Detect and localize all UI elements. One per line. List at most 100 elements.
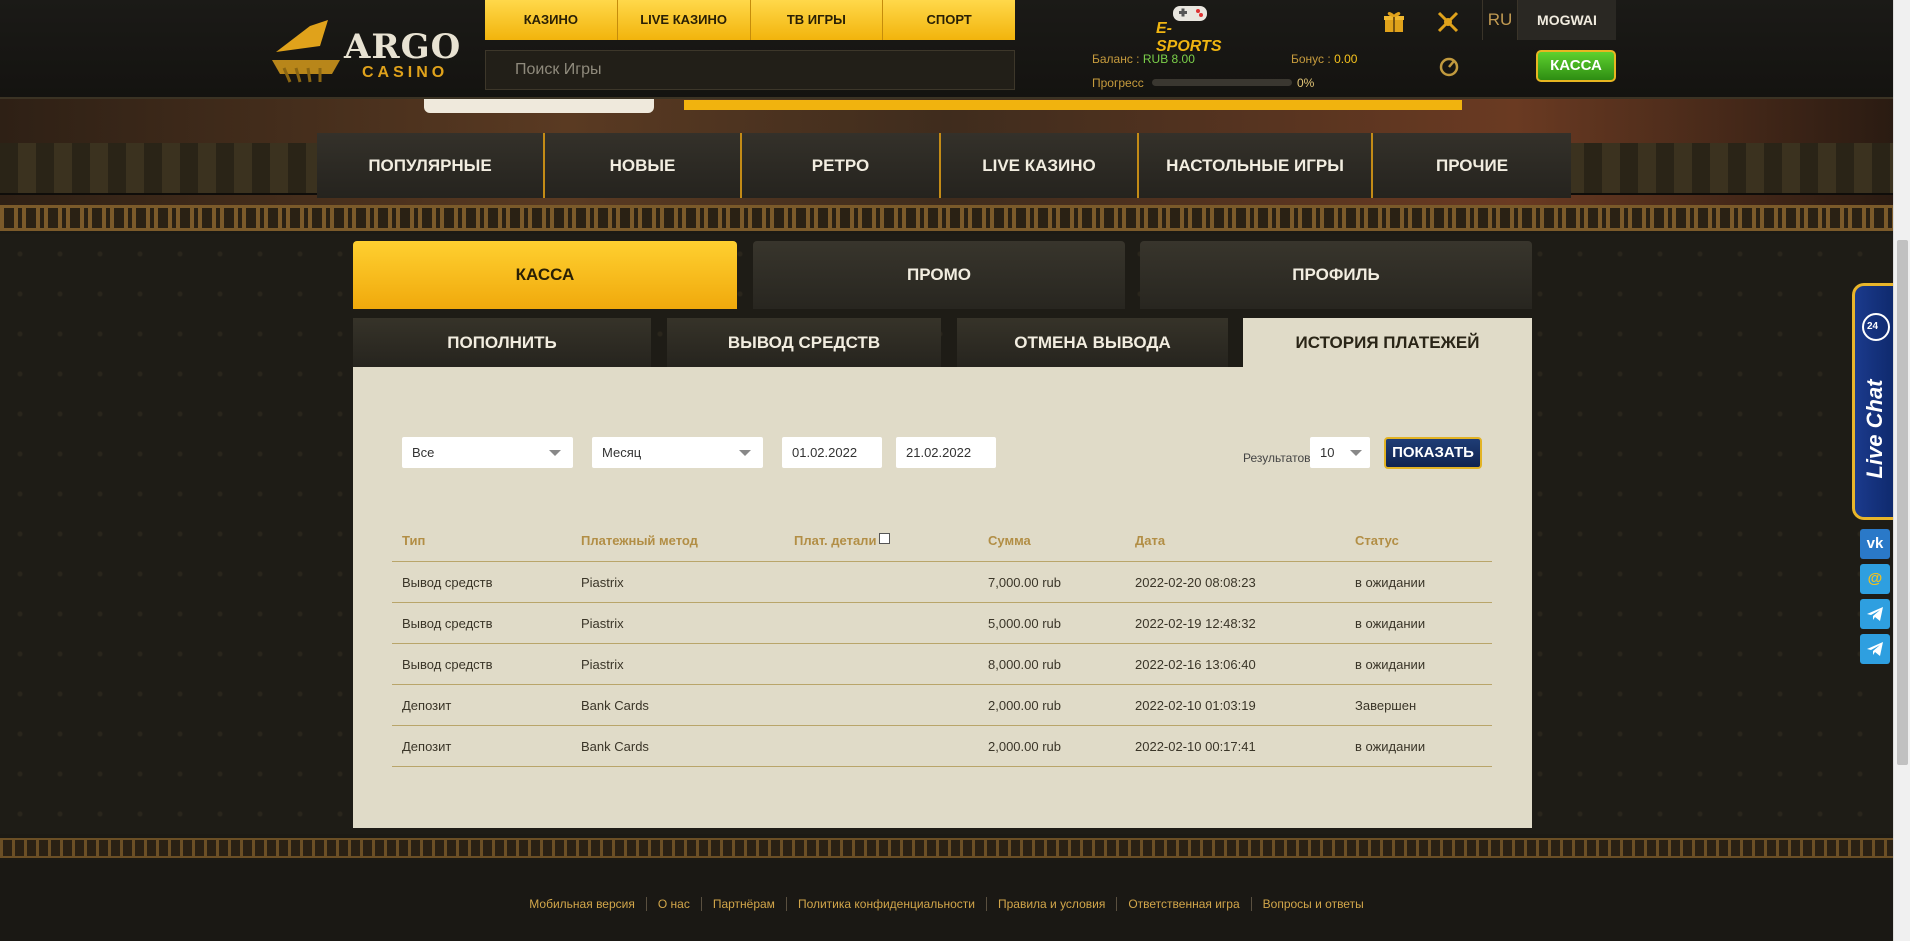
gift-icon[interactable] xyxy=(1380,8,1408,36)
results-label: Результатов: xyxy=(1243,451,1314,465)
cell-status: в ожидании xyxy=(1355,657,1426,672)
cell-amount: 2,000.00 rub xyxy=(988,698,1062,713)
footer-link-partners[interactable]: Партнёрам xyxy=(701,897,787,911)
cell-amount: 7,000.00 rub xyxy=(988,575,1062,590)
category-nav: ПОПУЛЯРНЫЕ НОВЫЕ РЕТРО LIVE КАЗИНО НАСТО… xyxy=(317,133,1571,198)
column-status: Статус xyxy=(1355,533,1399,548)
category-table-games[interactable]: НАСТОЛЬНЫЕ ИГРЫ xyxy=(1137,133,1371,198)
cell-method: Piastrix xyxy=(581,575,624,590)
table-header: Тип Платежный метод Плат. детали Сумма Д… xyxy=(392,527,1492,562)
nav-casino[interactable]: КАЗИНО xyxy=(485,0,618,40)
subtab-cancel-withdraw[interactable]: ОТМЕНА ВЫВОДА xyxy=(957,318,1228,367)
search-input[interactable]: Поиск Игры xyxy=(485,50,1015,90)
username[interactable]: MOGWAI xyxy=(1518,0,1616,40)
show-button[interactable]: ПОКАЗАТЬ xyxy=(1384,437,1482,469)
kassa-button[interactable]: КАССА xyxy=(1536,50,1616,82)
cell-amount: 5,000.00 rub xyxy=(988,616,1062,631)
logo-text-casino: CASINO xyxy=(362,64,449,81)
progress-value: 0% xyxy=(1297,76,1315,90)
cell-date: 2022-02-16 13:06:40 xyxy=(1135,657,1256,672)
site-footer: Мобильная версия О нас Партнёрам Политика к… xyxy=(0,860,1893,941)
subtab-deposit[interactable]: ПОПОЛНИТЬ xyxy=(353,318,651,367)
results-count-value: 10 xyxy=(1320,445,1335,460)
category-new[interactable]: НОВЫЕ xyxy=(543,133,740,198)
greek-border xyxy=(0,205,1893,231)
cell-date: 2022-02-19 12:48:32 xyxy=(1135,616,1256,631)
subtab-payment-history[interactable]: ИСТОРИЯ ПЛАТЕЖЕЙ xyxy=(1243,318,1532,367)
nav-tv-games[interactable]: ТВ ИГРЫ xyxy=(751,0,884,40)
telegram-icon[interactable] xyxy=(1860,634,1890,664)
results-count-select[interactable]: 10 xyxy=(1310,437,1370,468)
footer-link-faq[interactable]: Вопросы и ответы xyxy=(1252,897,1375,911)
column-amount: Сумма xyxy=(988,533,1031,548)
progress-bar xyxy=(1152,79,1292,86)
bonus-value: 0.00 xyxy=(1334,52,1358,66)
type-select-value: Все xyxy=(412,445,435,460)
vk-icon[interactable]: vk xyxy=(1860,529,1890,559)
cell-type: Депозит xyxy=(402,698,452,713)
telegram-icon[interactable] xyxy=(1860,599,1890,629)
category-popular[interactable]: ПОПУЛЯРНЫЕ xyxy=(317,133,543,198)
bonus-label: Бонус : xyxy=(1291,52,1331,66)
ship-logo-icon xyxy=(272,20,340,83)
subtab-withdraw[interactable]: ВЫВОД СРЕДСТВ xyxy=(667,318,941,367)
cell-method: Piastrix xyxy=(581,657,624,672)
chevron-down-icon xyxy=(739,450,751,456)
live-chat-button[interactable]: 24 Live Chat xyxy=(1852,283,1893,520)
column-details: Плат. детали xyxy=(794,533,891,548)
category-live-casino[interactable]: LIVE КАЗИНО xyxy=(939,133,1137,198)
balance-info: Баланс : RUB 8.00 xyxy=(1092,52,1195,66)
cell-type: Депозит xyxy=(402,739,452,754)
footer-link-privacy[interactable]: Политика конфиденциальности xyxy=(786,897,987,911)
footer-links: Мобильная версия О нас Партнёрам Политика к… xyxy=(0,897,1893,911)
table-row: Вывод средств Piastrix 7,000.00 rub 2022… xyxy=(392,562,1492,603)
column-type: Тип xyxy=(402,533,426,548)
category-retro[interactable]: РЕТРО xyxy=(740,133,939,198)
chevron-down-icon xyxy=(549,450,561,456)
chevron-down-icon xyxy=(1350,450,1362,456)
argo-casino-logo[interactable]: ARGO CASINO xyxy=(270,12,460,88)
tab-kassa[interactable]: КАССА xyxy=(353,241,737,309)
telegram-plane-glyph xyxy=(1867,607,1883,621)
esports-link[interactable]: E-SPORTS xyxy=(1150,0,1230,55)
cell-type: Вывод средств xyxy=(402,575,493,590)
live-chat-label: Live Chat xyxy=(1862,379,1887,479)
progress-label: Прогресс xyxy=(1092,76,1144,90)
category-other[interactable]: ПРОЧИЕ xyxy=(1371,133,1571,198)
cell-status: в ожидании xyxy=(1355,616,1426,631)
type-select[interactable]: Все xyxy=(402,437,573,468)
badge-24: 24 xyxy=(1867,321,1879,332)
esports-label: E-SPORTS xyxy=(1156,20,1222,55)
period-select[interactable]: Месяц xyxy=(592,437,763,468)
mail-icon[interactable]: @ xyxy=(1860,564,1890,594)
cell-amount: 8,000.00 rub xyxy=(988,657,1062,672)
cell-date: 2022-02-10 00:17:41 xyxy=(1135,739,1256,754)
footer-link-about[interactable]: О нас xyxy=(646,897,702,911)
scrollbar-thumb[interactable] xyxy=(1897,240,1908,765)
footer-greek-border xyxy=(0,838,1893,858)
language-selector[interactable]: RU xyxy=(1482,0,1518,40)
tab-promo[interactable]: ПРОМО xyxy=(753,241,1125,309)
balance-value: RUB 8.00 xyxy=(1142,52,1195,66)
tab-profile[interactable]: ПРОФИЛЬ xyxy=(1140,241,1532,309)
date-to-input[interactable]: 21.02.2022 xyxy=(896,437,996,468)
telegram-plane-glyph xyxy=(1867,642,1883,656)
tournaments-icon[interactable] xyxy=(1434,8,1462,36)
cell-type: Вывод средств xyxy=(402,657,493,672)
cell-method: Bank Cards xyxy=(581,698,649,713)
page-scrollbar[interactable] xyxy=(1893,0,1910,941)
cell-status: в ожидании xyxy=(1355,739,1426,754)
footer-link-terms[interactable]: Правила и условия xyxy=(986,897,1118,911)
cell-status: в ожидании xyxy=(1355,575,1426,590)
footer-link-responsible-gaming[interactable]: Ответственная игра xyxy=(1117,897,1252,911)
footer-link-mobile[interactable]: Мобильная версия xyxy=(518,897,647,911)
nav-sport[interactable]: СПОРТ xyxy=(883,0,1015,40)
nav-live-casino[interactable]: LIVE КАЗИНО xyxy=(618,0,751,40)
banner-text-fragment xyxy=(424,99,654,113)
details-checkbox[interactable] xyxy=(879,533,891,544)
refresh-icon[interactable] xyxy=(1438,56,1460,78)
date-from-input[interactable]: 01.02.2022 xyxy=(782,437,882,468)
logo-text-argo: ARGO xyxy=(344,27,462,67)
cell-date: 2022-02-20 08:08:23 xyxy=(1135,575,1256,590)
cell-amount: 2,000.00 rub xyxy=(988,739,1062,754)
